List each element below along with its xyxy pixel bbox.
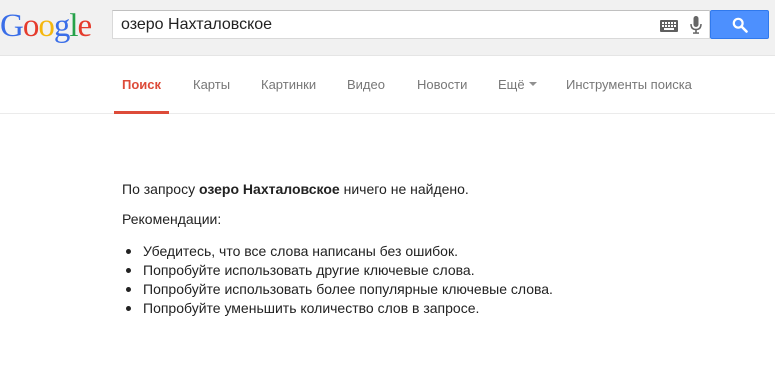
tab-more[interactable]: Ещё bbox=[498, 56, 537, 114]
no-results-suffix: ничего не найдено. bbox=[339, 181, 469, 197]
logo-letter: o bbox=[38, 8, 54, 44]
microphone-icon[interactable] bbox=[690, 16, 702, 34]
tab-video[interactable]: Видео bbox=[347, 56, 385, 114]
google-logo[interactable]: Google bbox=[0, 8, 93, 44]
logo-letter: e bbox=[77, 8, 93, 44]
tab-images[interactable]: Картинки bbox=[261, 56, 316, 114]
search-tabs: Поиск Карты Картинки Видео Новости Ещё И… bbox=[0, 56, 775, 114]
logo-letter: G bbox=[0, 8, 24, 44]
no-results-panel: По запросу озеро Нахталовское ничего не … bbox=[122, 180, 762, 318]
search-input[interactable] bbox=[113, 11, 653, 38]
list-item: Попробуйте использовать другие ключевые … bbox=[122, 261, 762, 280]
tab-search-tools[interactable]: Инструменты поиска bbox=[566, 56, 692, 114]
list-item: Попробуйте использовать более популярные… bbox=[122, 280, 762, 299]
search-box bbox=[112, 10, 710, 39]
tab-search[interactable]: Поиск bbox=[113, 56, 170, 114]
no-results-message: По запросу озеро Нахталовское ничего не … bbox=[122, 180, 762, 198]
recommendations-heading: Рекомендации: bbox=[122, 211, 222, 227]
list-item: Убедитесь, что все слова написаны без ош… bbox=[122, 242, 762, 261]
logo-letter: g bbox=[53, 8, 70, 44]
recommendations-list: Убедитесь, что все слова написаны без ош… bbox=[122, 242, 762, 318]
no-results-prefix: По запросу bbox=[122, 181, 199, 197]
keyboard-icon[interactable] bbox=[660, 19, 678, 32]
logo-letter: l bbox=[69, 8, 78, 44]
no-results-query: озеро Нахталовское bbox=[199, 181, 340, 197]
tab-maps[interactable]: Карты bbox=[193, 56, 230, 114]
tab-more-label: Ещё bbox=[498, 77, 525, 92]
list-item: Попробуйте уменьшить количество слов в з… bbox=[122, 299, 762, 318]
tab-news[interactable]: Новости bbox=[417, 56, 467, 114]
logo-letter: o bbox=[22, 8, 39, 44]
top-bar: Google bbox=[0, 0, 775, 56]
search-button[interactable] bbox=[710, 10, 769, 39]
chevron-down-icon bbox=[528, 81, 537, 86]
search-icon bbox=[732, 17, 748, 33]
